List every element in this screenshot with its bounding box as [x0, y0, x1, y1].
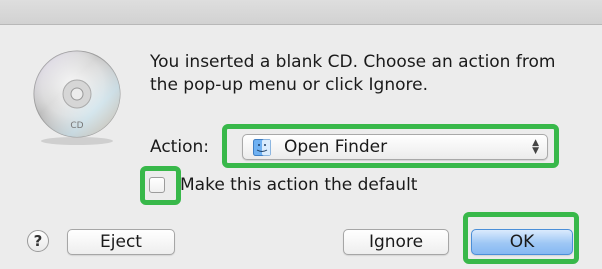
- blank-cd-icon: CD: [33, 50, 121, 145]
- cd-icon-label: CD: [70, 121, 83, 131]
- action-popup-menu[interactable]: Open Finder ▲ ▼: [242, 134, 548, 160]
- dialog-message: You inserted a blank CD. Choose an actio…: [150, 52, 556, 95]
- default-action-checkbox[interactable]: [149, 177, 165, 193]
- finder-icon: [253, 139, 271, 156]
- ignore-button[interactable]: Ignore: [343, 229, 449, 255]
- ok-button[interactable]: OK: [471, 229, 573, 255]
- help-button[interactable]: ?: [27, 230, 49, 252]
- action-popup-value: Open Finder: [284, 137, 388, 157]
- default-action-checkbox-label[interactable]: Make this action the default: [180, 175, 417, 195]
- action-label: Action:: [150, 137, 209, 157]
- popup-arrows-icon: ▲ ▼: [532, 138, 539, 156]
- title-bar: [0, 0, 602, 25]
- eject-button[interactable]: Eject: [67, 229, 175, 255]
